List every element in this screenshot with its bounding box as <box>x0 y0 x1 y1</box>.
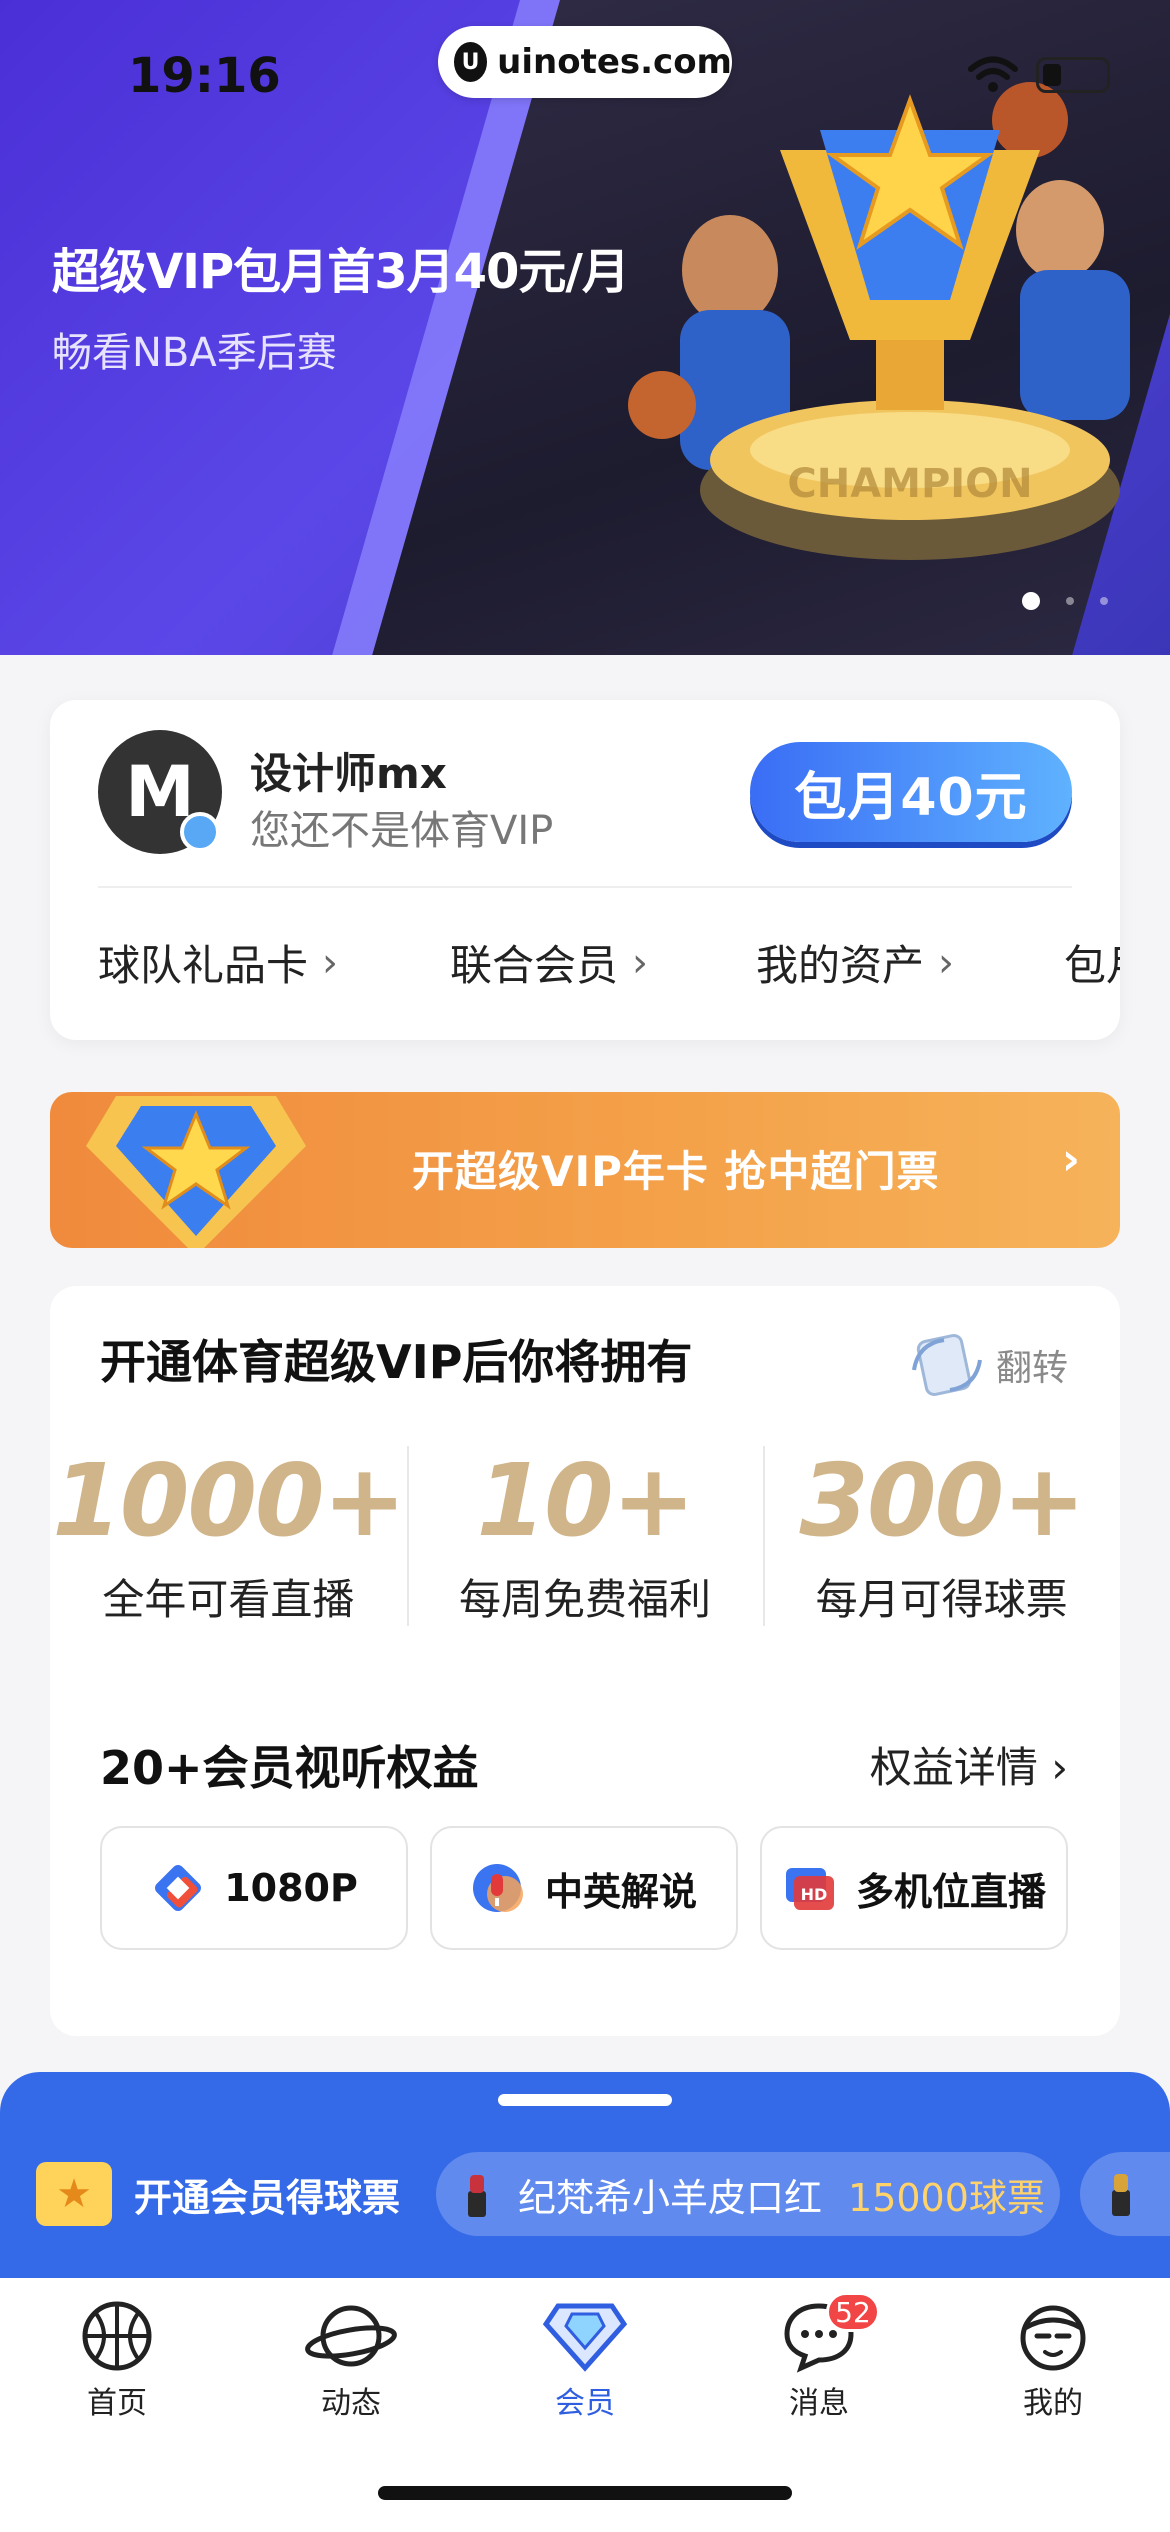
quick-link-monthly[interactable]: 包月 <box>1064 932 1120 993</box>
unread-badge: 52 <box>826 2292 880 2332</box>
chip-label: 多机位直播 <box>855 1869 1046 1914</box>
quick-link-label: 包月 <box>1064 941 1120 990</box>
tab-home[interactable]: 首页 <box>0 2298 234 2422</box>
quick-links: 球队礼品卡 › 联合会员 › 我的资产 › 包月 <box>98 932 1120 993</box>
quick-link-assets[interactable]: 我的资产 › <box>756 932 1064 993</box>
drag-handle[interactable] <box>498 2094 672 2106</box>
tab-feed[interactable]: 动态 <box>234 2298 468 2422</box>
tab-label: 我的 <box>1023 2386 1083 2421</box>
tab-label: 会员 <box>555 2386 615 2421</box>
battery-icon <box>1036 57 1110 93</box>
divider <box>98 886 1072 888</box>
tab-profile[interactable]: 我的 <box>936 2298 1170 2422</box>
url-pill: U uinotes.com <box>438 26 732 98</box>
status-icons <box>968 56 1110 94</box>
carousel-dot <box>1100 597 1108 605</box>
username[interactable]: 设计师mx <box>250 740 447 801</box>
stat-weekly-perks: 10+ 每周免费福利 <box>406 1442 764 1626</box>
flip-label: 翻转 <box>995 1348 1068 1389</box>
hd-camera-icon: HD <box>785 1868 834 1910</box>
quick-link-label: 我的资产 <box>756 941 925 990</box>
vip-status-text: 您还不是体育VIP <box>250 808 554 854</box>
stat-monthly-tickets: 300+ 每月可得球票 <box>763 1446 1120 1626</box>
carousel-dot <box>1066 597 1074 605</box>
chip-multi-angle-live[interactable]: HD 多机位直播 <box>760 1826 1068 1950</box>
stat-live-streams: 1000+ 全年可看直播 <box>50 1446 407 1626</box>
tab-label: 首页 <box>87 2386 147 2421</box>
carousel-indicator <box>1022 592 1108 610</box>
lipstick-icon <box>1112 2174 1130 2216</box>
microphone-icon <box>472 1864 523 1912</box>
stat-label: 每周免费福利 <box>459 1575 712 1624</box>
planet-icon <box>305 2305 397 2367</box>
home-indicator[interactable] <box>378 2486 792 2500</box>
tab-messages[interactable]: 52 消息 <box>702 2292 936 2422</box>
stat-value: 10+ <box>476 1442 696 1559</box>
hero-subtitle: 畅看NBA季后赛 <box>52 330 337 376</box>
trophy-illustration: CHAMPION <box>628 82 1130 560</box>
quick-link-label: 联合会员 <box>450 941 619 990</box>
reward-item-pill-next[interactable] <box>1080 2152 1170 2236</box>
hero-title: 超级VIP包月首3月40元/月 <box>52 244 630 300</box>
vip-benefits-card: 开通体育超级VIP后你将拥有 翻转 1000+ 全年可看直播 10+ 每周免费福… <box>50 1286 1120 2036</box>
quick-link-gift-card[interactable]: 球队礼品卡 › <box>98 932 450 993</box>
av-benefits-title: 20+会员视听权益 <box>100 1741 479 1795</box>
resolution-icon <box>155 1865 202 1911</box>
profile-card: M 设计师mx 您还不是体育VIP 包月40元 球队礼品卡 › 联合会员 › 我的资… <box>50 700 1120 1040</box>
flip-button[interactable]: 翻转 <box>908 1330 1068 1400</box>
tab-membership[interactable]: 会员 <box>468 2298 702 2422</box>
ticket-rewards-panel[interactable]: ★ 开通会员得球票 纪梵希小羊皮口红 15000球票 <box>0 2072 1170 2282</box>
benefits-detail-link[interactable]: 权益详情 › <box>870 1734 1068 1795</box>
benefit-chips: 1080P 中英解说 HD 多机位直播 <box>100 1826 1068 1950</box>
ticker-label-group: ★ 开通会员得球票 <box>36 2162 400 2226</box>
ticker-label: 开通会员得球票 <box>134 2175 401 2220</box>
benefits-title: 开通体育超级VIP后你将拥有 <box>100 1335 693 1389</box>
basketball-icon <box>82 2301 152 2371</box>
chip-label: 1080P <box>224 1866 358 1910</box>
tab-label: 消息 <box>789 2386 849 2421</box>
chevron-right-icon: › <box>322 939 339 986</box>
diamond-icon <box>542 2303 628 2372</box>
reward-item-price: 15000球票 <box>848 2175 1045 2220</box>
chevron-right-icon: › <box>632 939 649 986</box>
lipstick-icon <box>468 2175 486 2217</box>
site-logo-icon: U <box>454 42 488 82</box>
star-ticket-icon: ★ <box>36 2162 112 2226</box>
reward-item-name: 纪梵希小羊皮口红 <box>518 2175 823 2220</box>
wifi-icon <box>968 56 1018 92</box>
quick-link-joint-membership[interactable]: 联合会员 › <box>450 932 756 993</box>
benefit-stats: 1000+ 全年可看直播 10+ 每周免费福利 300+ 每月可得球票 <box>50 1446 1120 1626</box>
stat-label: 每月可得球票 <box>815 1575 1068 1624</box>
verified-badge-icon <box>180 812 220 852</box>
promo-text: 开超级VIP年卡 抢中超门票 <box>412 1147 940 1196</box>
carousel-dot-active <box>1022 592 1040 610</box>
status-time: 19:16 <box>128 48 281 104</box>
diamond-star-icon <box>86 1096 306 1248</box>
flip-icon <box>912 1334 982 1396</box>
chip-bilingual-commentary[interactable]: 中英解说 <box>430 1826 738 1950</box>
stat-value: 300+ <box>799 1442 1086 1559</box>
annual-vip-promo-banner[interactable]: 开超级VIP年卡 抢中超门票 › <box>50 1092 1120 1248</box>
stat-label: 全年可看直播 <box>102 1575 355 1624</box>
quick-link-label: 球队礼品卡 <box>98 941 309 990</box>
trophy-text: CHAMPION <box>787 461 1032 507</box>
chip-label: 中英解说 <box>544 1869 697 1914</box>
chevron-right-icon: › <box>1061 1134 1080 1185</box>
chip-1080p[interactable]: 1080P <box>100 1826 408 1950</box>
subscribe-monthly-button[interactable]: 包月40元 <box>750 742 1072 842</box>
profile-face-icon <box>1020 2305 1086 2371</box>
chevron-right-icon: › <box>938 939 955 986</box>
svg-text:HD: HD <box>801 1885 828 1904</box>
stat-value: 1000+ <box>52 1442 406 1559</box>
tab-label: 动态 <box>321 2386 381 2421</box>
reward-item-pill[interactable]: 纪梵希小羊皮口红 15000球票 <box>436 2152 1060 2236</box>
url-text: uinotes.com <box>497 42 732 82</box>
